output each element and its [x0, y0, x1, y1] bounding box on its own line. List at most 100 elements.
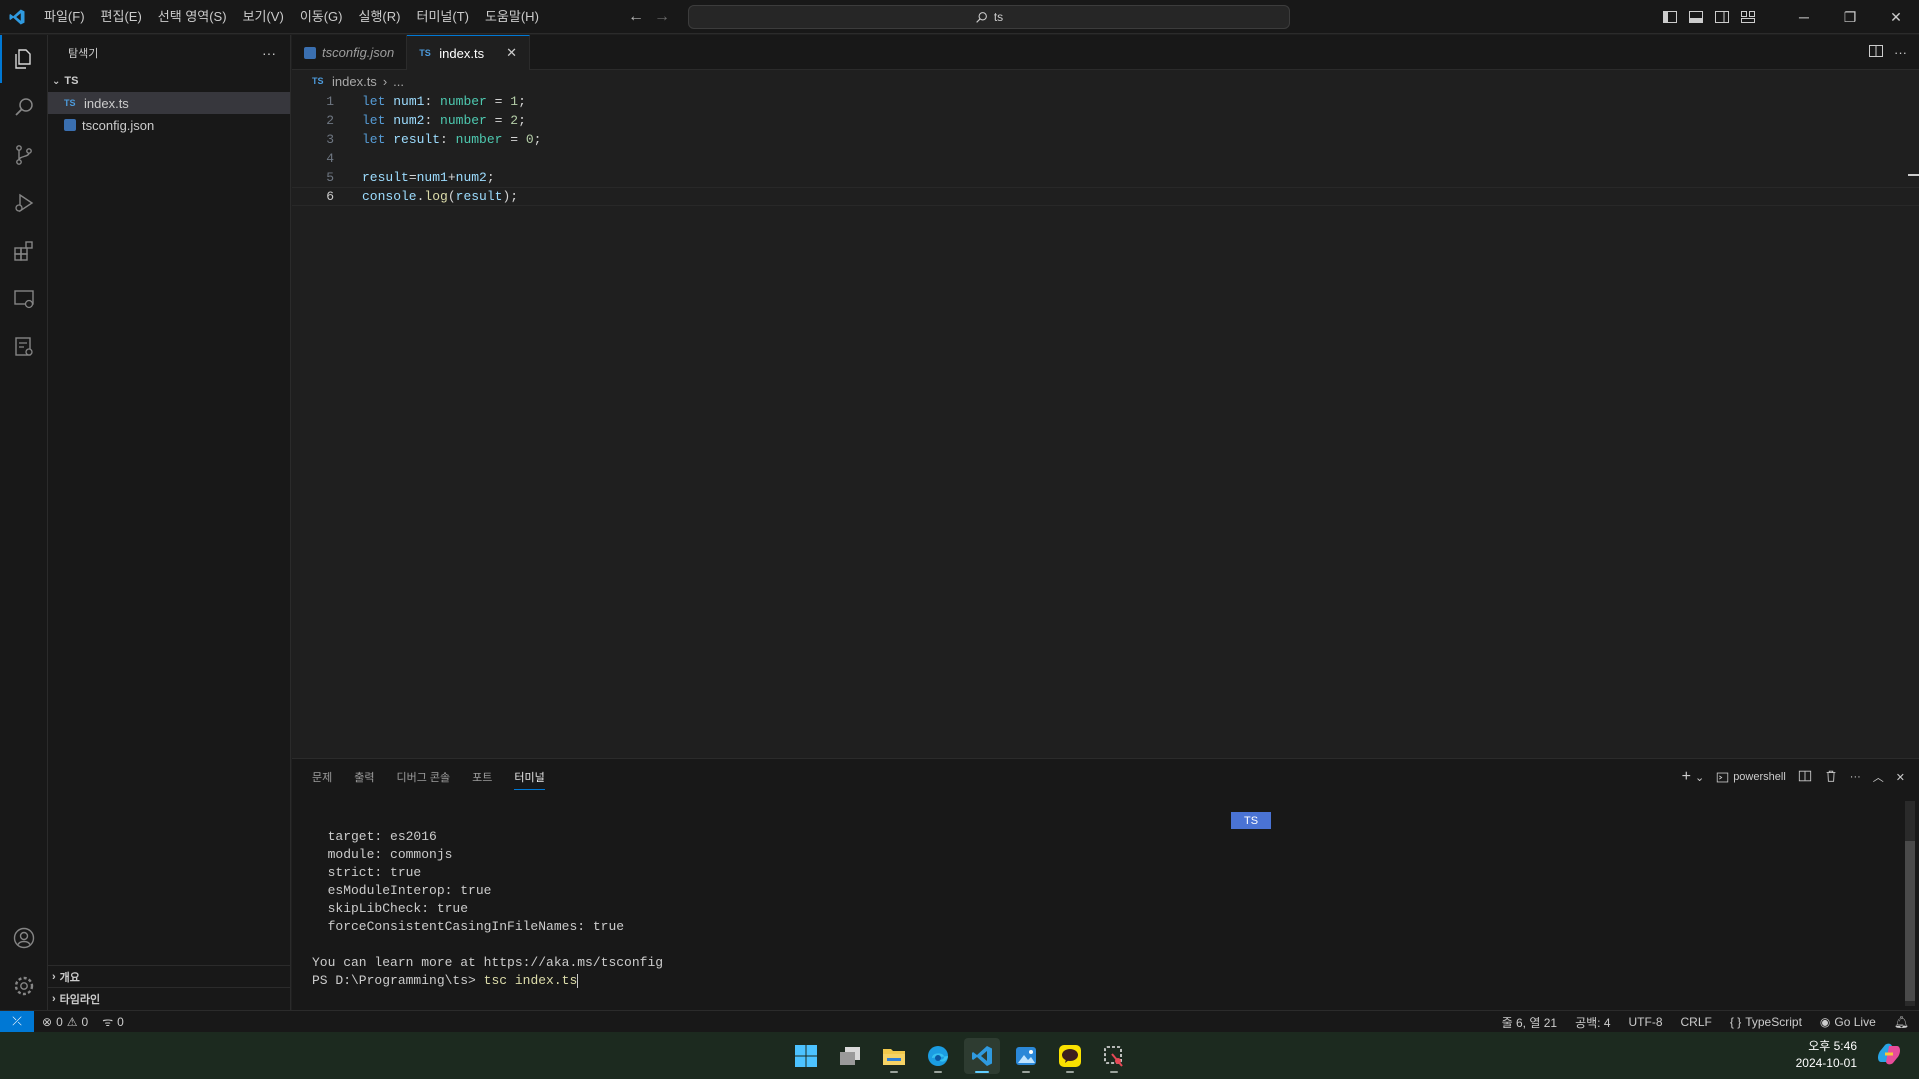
code-line[interactable]: 3 let result: number = 0; [292, 130, 1919, 149]
notifications-bell-icon[interactable]: 🔔︎ [1894, 1015, 1909, 1029]
tab-debug-console[interactable]: 디버그 콘솔 [397, 769, 451, 785]
task-view-icon[interactable] [832, 1038, 868, 1074]
tab-output[interactable]: 출력 [354, 769, 374, 785]
customize-layout-icon[interactable] [1735, 0, 1761, 34]
search-icon [976, 11, 987, 23]
clock-time: 오후 5:46 [1808, 1039, 1857, 1053]
terminal-shell[interactable]: powershell [1716, 771, 1786, 784]
terminal-output[interactable]: target: es2016 module: commonjs strict: … [312, 829, 663, 991]
kill-terminal-icon[interactable] [1824, 769, 1838, 786]
language-mode[interactable]: { } TypeScript [1730, 1015, 1802, 1029]
accounts-icon[interactable] [0, 914, 48, 962]
go-live-button[interactable]: ◉ Go Live [1820, 1015, 1876, 1029]
ports-indicator[interactable]: ᯤ0 [102, 1013, 124, 1030]
testing-icon[interactable] [0, 323, 48, 371]
back-arrow-icon[interactable]: ← [628, 8, 644, 26]
file-item-index-ts[interactable]: TS index.ts [48, 92, 290, 114]
restore-button[interactable]: ❐ [1827, 0, 1873, 34]
code-token: console [362, 189, 417, 204]
source-control-icon[interactable] [0, 131, 48, 179]
explorer-icon[interactable] [0, 35, 48, 83]
split-terminal-icon[interactable] [1798, 769, 1812, 786]
windows-taskbar: 오후 5:46 2024-10-01 [0, 1032, 1919, 1079]
tab-terminal[interactable]: 터미널 [514, 769, 545, 790]
menu-go[interactable]: 이동(G) [292, 0, 351, 34]
copilot-icon[interactable] [1875, 1040, 1905, 1070]
more-actions-icon[interactable]: ··· [1894, 45, 1907, 60]
menu-help[interactable]: 도움말(H) [477, 0, 547, 34]
line-number: 1 [326, 94, 334, 109]
go-live-label: Go Live [1834, 1015, 1876, 1029]
line-source: console.log(result); [362, 189, 518, 204]
remote-indicator-icon[interactable]: ⤫ [0, 1010, 34, 1033]
menu-edit[interactable]: 편집(E) [93, 0, 150, 34]
new-terminal-icon[interactable]: + [1682, 768, 1691, 786]
status-bar: ⤫ ⊗ 0 ⚠ 0 ᯤ0 줄 6, 열 21 공백: 4 UTF-8 CRLF { … [0, 1010, 1919, 1033]
status-right: 줄 6, 열 21 공백: 4 UTF-8 CRLF { } TypeScript… [1502, 1011, 1909, 1033]
breadcrumb-symbol[interactable]: ... [393, 74, 404, 89]
close-panel-icon[interactable]: ✕ [1896, 771, 1905, 784]
chevron-down-icon[interactable]: ⌄ [1695, 771, 1704, 784]
split-editor-icon[interactable] [1868, 43, 1884, 62]
file-explorer-icon[interactable] [876, 1038, 912, 1074]
navigation-arrows: ← → [628, 0, 670, 34]
code-line[interactable]: 6 console.log(result); [292, 187, 1919, 206]
snipping-tool-icon[interactable] [1096, 1038, 1132, 1074]
vscode-taskbar-icon[interactable] [964, 1037, 1000, 1074]
menu-selection[interactable]: 선택 영역(S) [150, 0, 235, 34]
code-token: ; [486, 170, 495, 185]
code-editor[interactable]: 1 let num1: number = 1; 2 let num2: number … [292, 92, 1919, 757]
code-line[interactable]: 4 [292, 149, 1919, 168]
breadcrumb-file[interactable]: index.ts [332, 74, 377, 89]
file-item-tsconfig[interactable]: tsconfig.json [48, 114, 290, 136]
kakaotalk-icon[interactable] [1052, 1038, 1088, 1074]
end-of-line[interactable]: CRLF [1681, 1015, 1712, 1029]
tab-ports[interactable]: 포트 [472, 769, 492, 785]
toggle-secondary-sidebar-icon[interactable] [1709, 0, 1735, 34]
broadcast-icon: ◉ [1819, 1015, 1831, 1029]
code-line[interactable]: 2 let num2: number = 2; [292, 111, 1919, 130]
minimize-button[interactable]: ─ [1781, 0, 1827, 34]
problems-indicator[interactable]: ⊗ 0 ⚠ 0 [42, 1015, 88, 1029]
antenna-icon: ᯤ [102, 1015, 114, 1029]
toggle-primary-sidebar-icon[interactable] [1657, 0, 1683, 34]
tab-problems[interactable]: 문제 [312, 769, 332, 785]
menu-file[interactable]: 파일(F) [36, 0, 93, 34]
menu-view[interactable]: 보기(V) [235, 0, 292, 34]
settings-gear-icon[interactable] [0, 962, 48, 1010]
code-line[interactable]: 5 result=num1+num2; [292, 168, 1919, 187]
more-actions-icon[interactable]: ··· [1850, 771, 1861, 783]
encoding[interactable]: UTF-8 [1629, 1015, 1663, 1029]
photos-icon[interactable] [1008, 1038, 1044, 1074]
command-center-search[interactable]: ts [688, 5, 1290, 29]
close-tab-icon[interactable]: ✕ [506, 45, 517, 61]
run-and-debug-icon[interactable] [0, 179, 48, 227]
running-indicator [1110, 1070, 1118, 1073]
toggle-panel-icon[interactable] [1683, 0, 1709, 34]
menu-terminal[interactable]: 터미널(T) [408, 0, 476, 34]
editor-tabs: tsconfig.json TS index.ts ✕ ··· [292, 35, 1919, 70]
extensions-icon[interactable] [0, 227, 48, 275]
tab-tsconfig[interactable]: tsconfig.json [292, 35, 408, 70]
timeline-section[interactable]: › 타임라인 [48, 987, 291, 1009]
outline-section[interactable]: › 개요 [48, 965, 291, 987]
indentation[interactable]: 공백: 4 [1575, 1014, 1610, 1031]
edge-browser-icon[interactable] [920, 1038, 956, 1074]
folder-root[interactable]: ⌄ TS [48, 70, 290, 92]
code-line[interactable]: 1 let num1: number = 1; [292, 92, 1919, 111]
tab-index-ts[interactable]: TS index.ts ✕ [407, 35, 530, 70]
minimap-cursor-indicator [1908, 174, 1919, 176]
more-actions-icon[interactable]: ··· [262, 45, 276, 61]
remote-explorer-icon[interactable] [0, 275, 48, 323]
windows-start-icon[interactable] [788, 1038, 824, 1074]
taskbar-clock[interactable]: 오후 5:46 2024-10-01 [1796, 1038, 1857, 1072]
chevron-right-icon: › [52, 970, 56, 983]
terminal-scrollbar[interactable] [1905, 801, 1915, 1006]
search-icon[interactable] [0, 83, 48, 131]
close-window-button[interactable]: ✕ [1873, 0, 1919, 34]
menu-run[interactable]: 실행(R) [351, 0, 409, 34]
forward-arrow-icon[interactable]: → [654, 8, 670, 26]
cursor-position[interactable]: 줄 6, 열 21 [1502, 1014, 1557, 1031]
maximize-panel-icon[interactable]: ︿ [1873, 769, 1884, 785]
